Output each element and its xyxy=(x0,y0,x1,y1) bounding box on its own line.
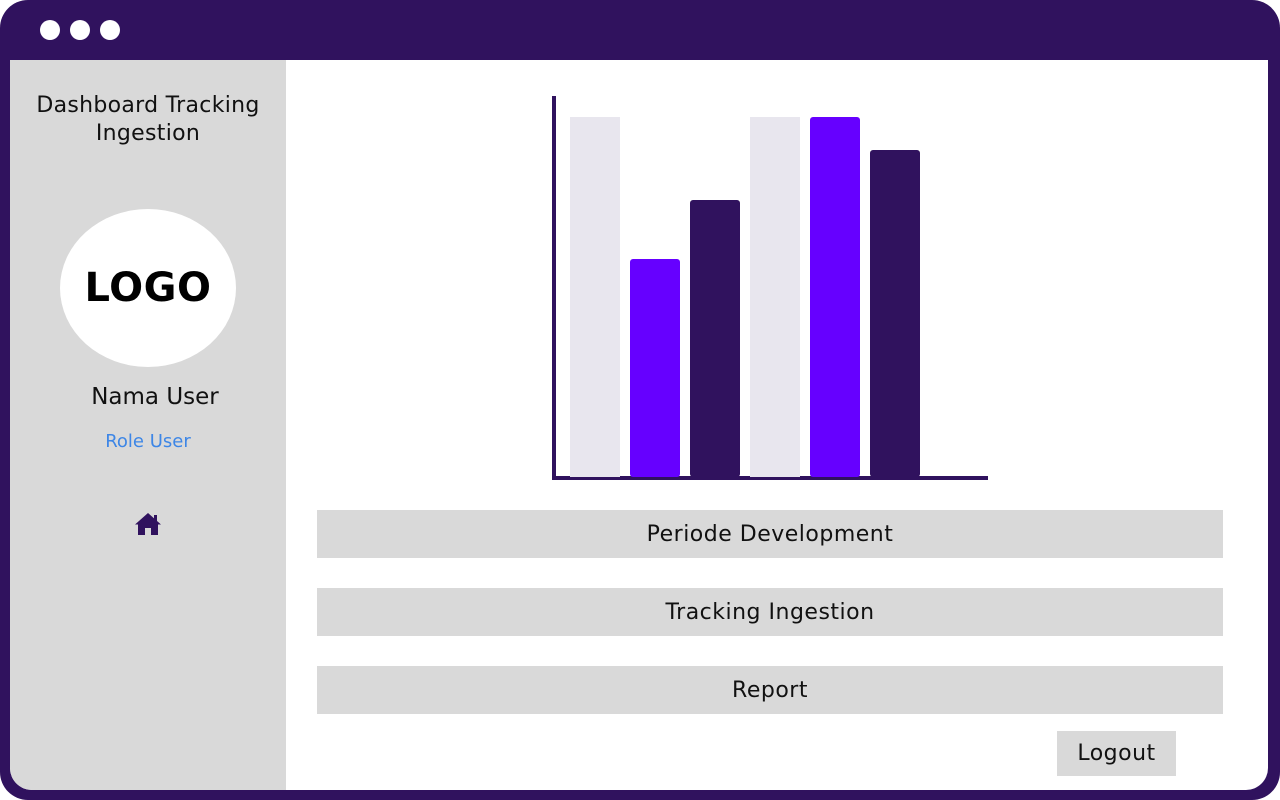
main-content: Dashboard Tracking Ingestion LOGO Nama U… xyxy=(10,60,1268,790)
chart-bar-g2-s3 xyxy=(870,150,920,477)
menu-button-tracking-ingestion[interactable]: Tracking Ingestion xyxy=(317,588,1223,636)
logout-button-label: Logout xyxy=(1077,741,1156,766)
menu-button-report[interactable]: Report xyxy=(317,666,1223,714)
menu-button-periode-development[interactable]: Periode Development xyxy=(317,510,1223,558)
window-control-dot[interactable] xyxy=(100,20,120,40)
menu-button-label: Periode Development xyxy=(646,521,894,547)
chart-bar-g2-s2 xyxy=(810,117,860,477)
chart-bar-g1-s1 xyxy=(570,117,620,477)
chart-bars xyxy=(570,117,920,477)
chart-bar-g1-s2 xyxy=(630,259,680,477)
menu-button-label: Report xyxy=(732,677,808,703)
logout-button[interactable]: Logout xyxy=(1057,731,1176,776)
app-window: Dashboard Tracking Ingestion LOGO Nama U… xyxy=(0,0,1280,800)
bar-chart xyxy=(552,96,988,480)
menu-button-label: Tracking Ingestion xyxy=(665,599,875,625)
chart-bar-g1-s3 xyxy=(690,200,740,477)
window-control-dot[interactable] xyxy=(40,20,60,40)
home-icon[interactable] xyxy=(134,512,162,536)
chart-bar-g2-s1 xyxy=(750,117,800,477)
title-bar xyxy=(0,0,1280,60)
window-control-dot[interactable] xyxy=(70,20,90,40)
